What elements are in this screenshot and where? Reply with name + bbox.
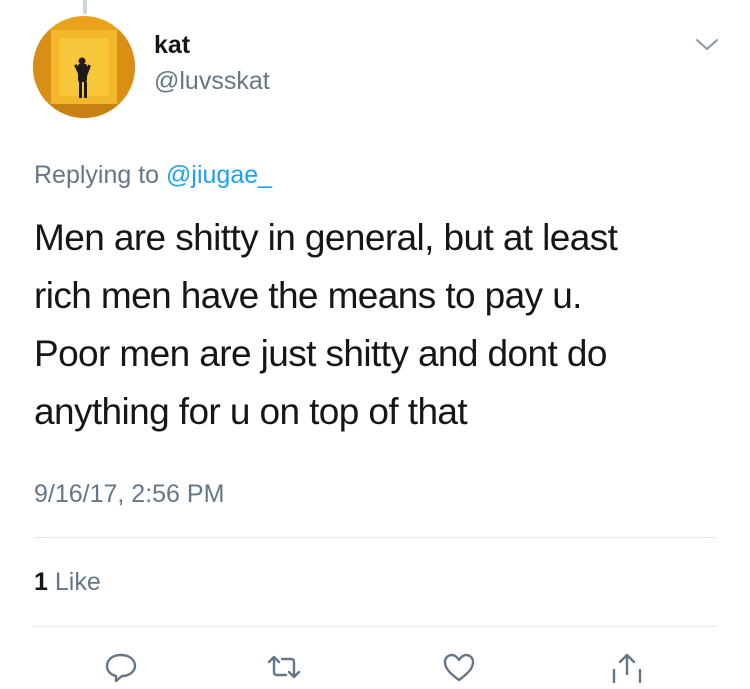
share-icon	[609, 650, 645, 689]
display-name[interactable]: kat	[154, 30, 190, 60]
replying-to-label: Replying to	[34, 161, 167, 189]
tweet-text: Men are shitty in general, but at least …	[34, 209, 734, 441]
likes-count-link[interactable]: 1 Like	[34, 566, 101, 598]
tweet-text-line: anything for u on top of that	[34, 391, 468, 432]
reply-icon	[103, 650, 139, 689]
heart-icon	[441, 650, 477, 689]
retweet-icon	[266, 650, 302, 689]
divider	[34, 626, 716, 627]
tweet-text-line: Poor men are just shitty and dont do	[34, 333, 607, 374]
user-handle[interactable]: @luvsskat	[154, 66, 270, 96]
avatar[interactable]	[33, 16, 135, 118]
likes-count: 1	[34, 568, 48, 596]
tweet-text-line: Men are shitty in general, but at least	[34, 217, 618, 258]
replying-to-mention-link[interactable]: @jiugae_	[166, 161, 272, 189]
chevron-down-icon[interactable]	[694, 36, 720, 54]
thread-connector-line	[83, 0, 87, 14]
replying-to-line: Replying to @jiugae_	[34, 159, 272, 191]
tweet-text-line: rich men have the means to pay u.	[34, 275, 582, 316]
share-button[interactable]	[609, 650, 645, 684]
like-button[interactable]	[441, 650, 477, 684]
reply-button[interactable]	[103, 650, 139, 684]
tweet-timestamp[interactable]: 9/16/17, 2:56 PM	[34, 478, 224, 510]
likes-label: Like	[54, 568, 101, 596]
retweet-button[interactable]	[266, 650, 302, 684]
divider	[34, 537, 716, 538]
